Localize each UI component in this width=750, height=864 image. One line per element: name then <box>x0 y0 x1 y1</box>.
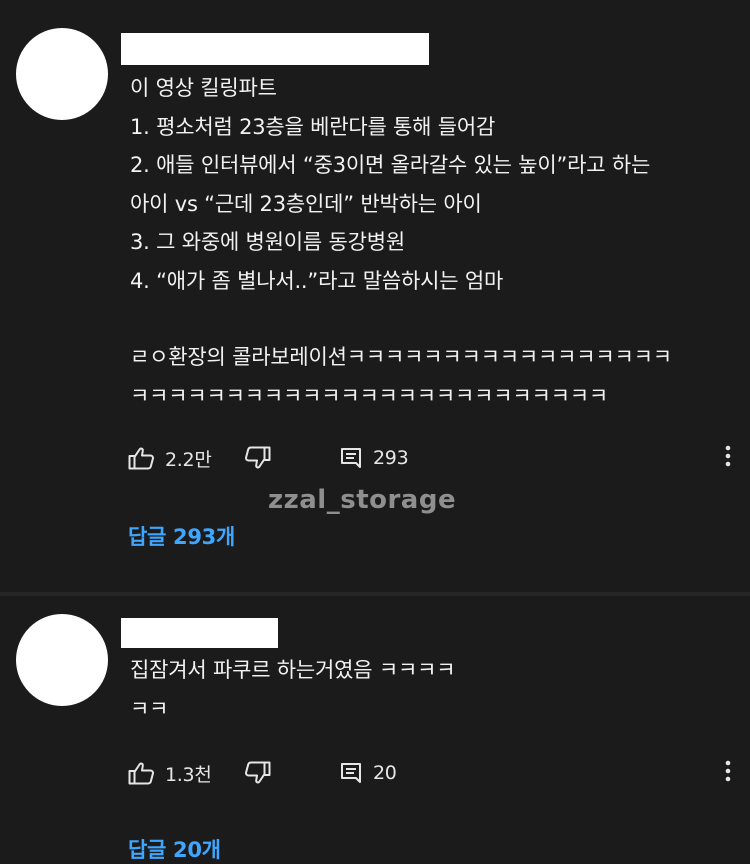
more-vert-icon <box>725 445 731 471</box>
thumbs-down-icon <box>244 761 271 785</box>
more-options-button[interactable] <box>718 753 738 793</box>
more-vert-icon <box>725 760 731 786</box>
like-button[interactable]: 2.2만 <box>128 438 212 478</box>
reply-count: 293 <box>373 447 409 469</box>
reply-button[interactable]: 20 <box>339 753 397 793</box>
avatar[interactable] <box>16 28 108 120</box>
comment-line: 3. 그 와중에 병원이름 동강병원 <box>130 230 405 254</box>
comment-line: ㅋㅋ <box>130 696 169 721</box>
reply-button[interactable]: 293 <box>339 438 409 478</box>
author-name-redacted[interactable] <box>121 33 429 65</box>
author-name-redacted[interactable] <box>121 618 278 648</box>
avatar[interactable] <box>16 614 108 706</box>
like-count: 2.2만 <box>165 448 212 471</box>
comment-actions: 1.3천 20 <box>128 753 738 793</box>
comment-text: 집잠겨서 파쿠르 하는거였음 ㅋㅋㅋㅋ ㅋㅋ <box>130 651 730 728</box>
comment-line: 2. 애들 인터뷰에서 “중3이면 올라갈수 있는 높이”라고 하는 <box>130 153 651 177</box>
like-button[interactable]: 1.3천 <box>128 753 212 793</box>
comment-line: 이 영상 킬링파트 <box>130 76 277 100</box>
thumbs-down-icon <box>244 446 271 470</box>
dislike-button[interactable] <box>244 753 271 793</box>
thumbs-up-icon <box>128 446 155 470</box>
view-replies-link[interactable]: 답글 293개 <box>128 521 235 551</box>
more-options-button[interactable] <box>718 438 738 478</box>
comment-line: 아이 vs “근데 23층인데” 반박하는 아이 <box>130 191 482 216</box>
like-count: 1.3천 <box>165 763 212 786</box>
comment-line: 집잠겨서 파쿠르 하는거였음 ㅋㅋㅋㅋ <box>130 658 456 682</box>
comment-line: ㄹㅇ환장의 콜라보레이션ㅋㅋㅋㅋㅋㅋㅋㅋㅋㅋㅋㅋㅋㅋㅋㅋㅋ <box>130 345 672 369</box>
dislike-button[interactable] <box>244 438 271 478</box>
reply-count: 20 <box>373 762 397 784</box>
comment-line: ㅋㅋㅋㅋㅋㅋㅋㅋㅋㅋㅋㅋㅋㅋㅋㅋㅋㅋㅋㅋㅋㅋㅋㅋㅋ <box>130 383 608 408</box>
comment-thread: 집잠겨서 파쿠르 하는거였음 ㅋㅋㅋㅋ ㅋㅋ 1.3천 20 답글 20개 <box>0 596 750 862</box>
reply-icon <box>339 761 363 785</box>
comment-line: 1. 평소처럼 23층을 베란다를 통해 들어감 <box>130 114 496 139</box>
watermark: zzal_storage <box>268 485 457 515</box>
comment-actions: 2.2만 293 <box>128 438 738 478</box>
reply-icon <box>339 446 363 470</box>
comment-line: 4. “애가 좀 별나서..”라고 말씀하시는 엄마 <box>130 268 504 293</box>
comment-text: 이 영상 킬링파트 1. 평소처럼 23층을 베란다를 통해 들어감 2. 애들… <box>130 69 730 415</box>
thumbs-up-icon <box>128 761 155 785</box>
